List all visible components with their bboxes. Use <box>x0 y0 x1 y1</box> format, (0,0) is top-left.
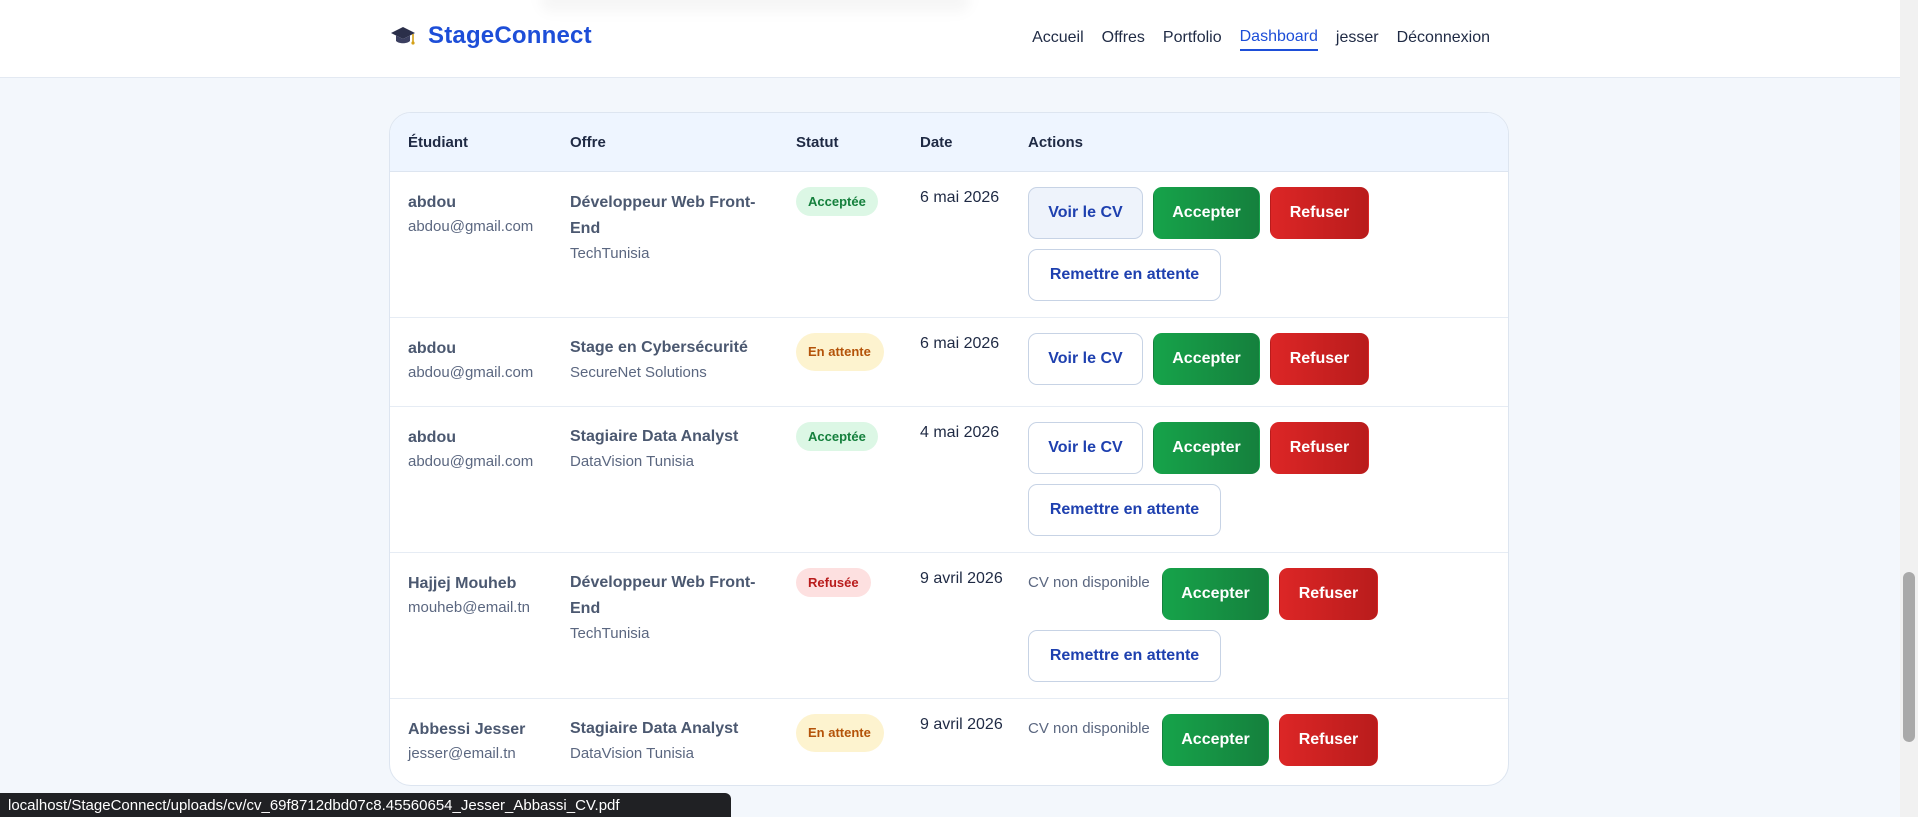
status-cell: Refusée <box>796 568 871 597</box>
column-header-student: Étudiant <box>408 134 468 151</box>
offer-cell: Développeur Web Front-End TechTunisia <box>570 190 770 266</box>
offer-cell: Stagiaire Data Analyst DataVision Tunisi… <box>570 424 770 474</box>
status-cell: En attente <box>796 333 884 371</box>
column-header-status: Statut <box>796 134 839 151</box>
column-header-date: Date <box>920 134 953 151</box>
offer-title: Développeur Web Front-End <box>570 574 756 617</box>
accept-button[interactable]: Accepter <box>1153 422 1260 474</box>
status-cell: En attente <box>796 714 884 752</box>
status-badge: Acceptée <box>796 422 878 451</box>
offer-title: Stagiaire Data Analyst <box>570 428 739 445</box>
status-cell: Acceptée <box>796 422 878 451</box>
brand-logo-link[interactable]: StageConnect <box>390 22 592 50</box>
offer-company: DataVision Tunisia <box>570 745 694 762</box>
offer-title: Stagiaire Data Analyst <box>570 720 739 737</box>
view-cv-button[interactable]: Voir le CV <box>1028 422 1143 474</box>
student-email: abdou@gmail.com <box>408 364 534 381</box>
status-badge: En attente <box>796 714 884 752</box>
offer-company: DataVision Tunisia <box>570 453 694 470</box>
student-email: abdou@gmail.com <box>408 218 534 235</box>
date-cell: 4 mai 2026 <box>920 424 1000 441</box>
browser-status-url: localhost/StageConnect/uploads/cv/cv_69f… <box>0 793 731 817</box>
main-nav: Accueil Offres Portfolio Dashboard jesse… <box>1032 28 1490 51</box>
refuse-button[interactable]: Refuser <box>1279 714 1378 766</box>
table-header: Étudiant Offre Statut Date Actions <box>390 113 1508 172</box>
table-row: abdou abdou@gmail.com Stage en Cybersécu… <box>390 318 1508 407</box>
nav-user-profile[interactable]: jesser <box>1336 29 1379 50</box>
offer-cell: Stagiaire Data Analyst DataVision Tunisi… <box>570 716 770 766</box>
student-email: abdou@gmail.com <box>408 453 534 470</box>
student-cell: abdou abdou@gmail.com <box>408 427 533 475</box>
nav-accueil[interactable]: Accueil <box>1032 29 1084 50</box>
table-row: abdou abdou@gmail.com Stagiaire Data Ana… <box>390 407 1508 553</box>
status-badge: Acceptée <box>796 187 878 216</box>
actions-cell: Voir le CV Accepter Refuser Remettre en … <box>1028 422 1408 536</box>
reset-pending-button[interactable]: Remettre en attente <box>1028 630 1221 682</box>
student-name: abdou <box>408 429 456 446</box>
offer-title: Développeur Web Front-End <box>570 194 756 237</box>
header-shadow <box>540 0 970 12</box>
page-scrollbar[interactable] <box>1900 0 1918 817</box>
reset-pending-button[interactable]: Remettre en attente <box>1028 249 1221 301</box>
student-cell: abdou abdou@gmail.com <box>408 192 533 240</box>
cv-unavailable-text: CV non disponible <box>1028 720 1150 737</box>
student-cell: Hajjej Mouheb mouheb@email.tn <box>408 573 530 621</box>
offer-company: TechTunisia <box>570 245 650 262</box>
actions-cell: CV non disponible Accepter Refuser <box>1028 714 1408 766</box>
student-cell: abdou abdou@gmail.com <box>408 338 533 386</box>
nav-dashboard[interactable]: Dashboard <box>1239 28 1318 51</box>
refuse-button[interactable]: Refuser <box>1270 333 1369 385</box>
student-name: abdou <box>408 194 456 211</box>
actions-cell: CV non disponible Accepter Refuser Remet… <box>1028 568 1408 682</box>
accept-button[interactable]: Accepter <box>1162 568 1269 620</box>
student-cell: Abbessi Jesser jesser@email.tn <box>408 719 525 767</box>
date-cell: 9 avril 2026 <box>920 570 1003 587</box>
offer-cell: Développeur Web Front-End TechTunisia <box>570 570 770 646</box>
view-cv-button[interactable]: Voir le CV <box>1028 187 1143 239</box>
column-header-actions: Actions <box>1028 134 1084 151</box>
view-cv-button[interactable]: Voir le CV <box>1028 333 1143 385</box>
actions-cell: Voir le CV Accepter Refuser <box>1028 333 1408 385</box>
offer-cell: Stage en Cybersécurité SecureNet Solutio… <box>570 335 770 385</box>
nav-offres[interactable]: Offres <box>1102 29 1145 50</box>
student-name: Abbessi Jesser <box>408 721 526 738</box>
table-row: Abbessi Jesser jesser@email.tn Stagiaire… <box>390 699 1508 785</box>
scrollbar-thumb[interactable] <box>1903 572 1915 742</box>
offer-title: Stage en Cybersécurité <box>570 339 748 356</box>
status-cell: Acceptée <box>796 187 878 216</box>
applications-table: Étudiant Offre Statut Date Actions abdou… <box>389 112 1509 786</box>
nav-portfolio[interactable]: Portfolio <box>1163 29 1222 50</box>
offer-company: SecureNet Solutions <box>570 364 707 381</box>
table-row: abdou abdou@gmail.com Développeur Web Fr… <box>390 172 1508 318</box>
refuse-button[interactable]: Refuser <box>1270 422 1369 474</box>
date-cell: 6 mai 2026 <box>920 335 1000 352</box>
accept-button[interactable]: Accepter <box>1153 333 1260 385</box>
accept-button[interactable]: Accepter <box>1153 187 1260 239</box>
status-badge: Refusée <box>796 568 871 597</box>
table-row: Hajjej Mouheb mouheb@email.tn Développeu… <box>390 553 1508 699</box>
date-cell: 6 mai 2026 <box>920 189 1000 206</box>
actions-cell: Voir le CV Accepter Refuser Remettre en … <box>1028 187 1408 301</box>
reset-pending-button[interactable]: Remettre en attente <box>1028 484 1221 536</box>
column-header-offer: Offre <box>570 134 606 151</box>
student-name: Hajjej Mouheb <box>408 575 517 592</box>
student-email: mouheb@email.tn <box>408 599 530 616</box>
accept-button[interactable]: Accepter <box>1162 714 1269 766</box>
student-name: abdou <box>408 340 456 357</box>
nav-logout[interactable]: Déconnexion <box>1397 29 1490 50</box>
refuse-button[interactable]: Refuser <box>1270 187 1369 239</box>
offer-company: TechTunisia <box>570 625 650 642</box>
brand-name: StageConnect <box>428 22 592 49</box>
top-navbar: StageConnect Accueil Offres Portfolio Da… <box>0 0 1900 78</box>
graduation-cap-icon <box>391 27 415 45</box>
refuse-button[interactable]: Refuser <box>1279 568 1378 620</box>
student-email: jesser@email.tn <box>408 745 516 762</box>
status-badge: En attente <box>796 333 884 371</box>
cv-unavailable-text: CV non disponible <box>1028 574 1150 591</box>
date-cell: 9 avril 2026 <box>920 716 1003 733</box>
